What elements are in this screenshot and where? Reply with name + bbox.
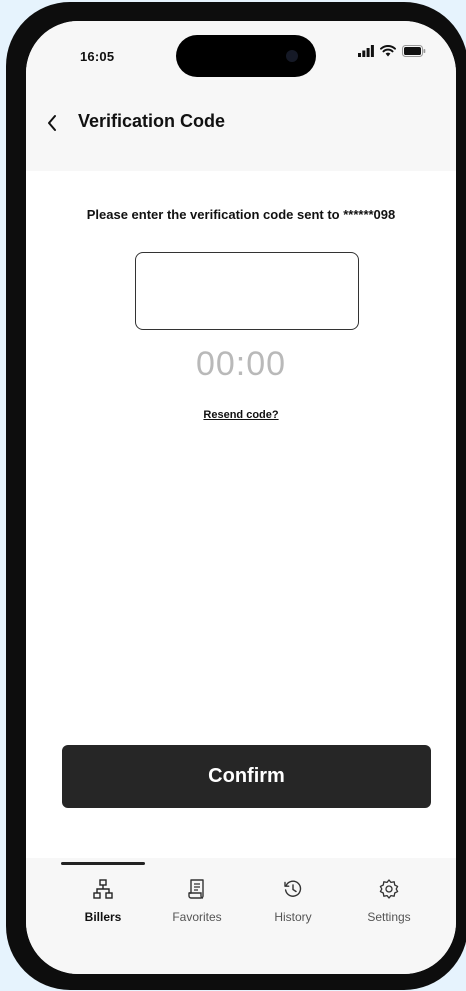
- signal-icon: [358, 45, 374, 57]
- sitemap-icon: [93, 879, 113, 899]
- gear-icon: [379, 879, 399, 899]
- tab-bar: Billers Favorites History Settings: [26, 858, 456, 974]
- tab-billers[interactable]: Billers: [58, 878, 148, 938]
- history-icon: [284, 880, 302, 897]
- chevron-left-icon: [48, 115, 56, 131]
- wifi-icon: [380, 45, 396, 57]
- status-time: 16:05: [80, 49, 115, 64]
- receipt-icon: [188, 879, 204, 899]
- header: Verification Code: [26, 91, 456, 171]
- tab-label: History: [274, 910, 312, 924]
- resend-code-link[interactable]: Resend code?: [26, 409, 456, 421]
- back-button[interactable]: [42, 111, 62, 135]
- page-title: Verification Code: [78, 111, 226, 131]
- active-tab-indicator: [61, 862, 145, 865]
- tab-history[interactable]: History: [248, 878, 338, 938]
- tab-label: Settings: [367, 910, 411, 924]
- instruction-text: Please enter the verification code sent …: [86, 207, 396, 222]
- status-bar: 16:05: [26, 21, 456, 91]
- battery-icon: [402, 45, 426, 57]
- phone-frame: 16:05 Verification Code Please enter the…: [6, 2, 466, 990]
- tab-label: Favorites: [172, 910, 222, 924]
- tab-settings[interactable]: Settings: [344, 878, 434, 938]
- dynamic-island: [176, 35, 316, 77]
- tab-label: Billers: [84, 910, 122, 924]
- confirm-button[interactable]: Confirm: [62, 745, 431, 808]
- verification-code-input[interactable]: [135, 252, 359, 330]
- countdown-timer: 00:00: [195, 345, 287, 383]
- status-icons: [358, 45, 426, 57]
- camera-icon: [286, 50, 298, 62]
- phone-screen: 16:05 Verification Code Please enter the…: [26, 21, 456, 974]
- tab-favorites[interactable]: Favorites: [152, 878, 242, 938]
